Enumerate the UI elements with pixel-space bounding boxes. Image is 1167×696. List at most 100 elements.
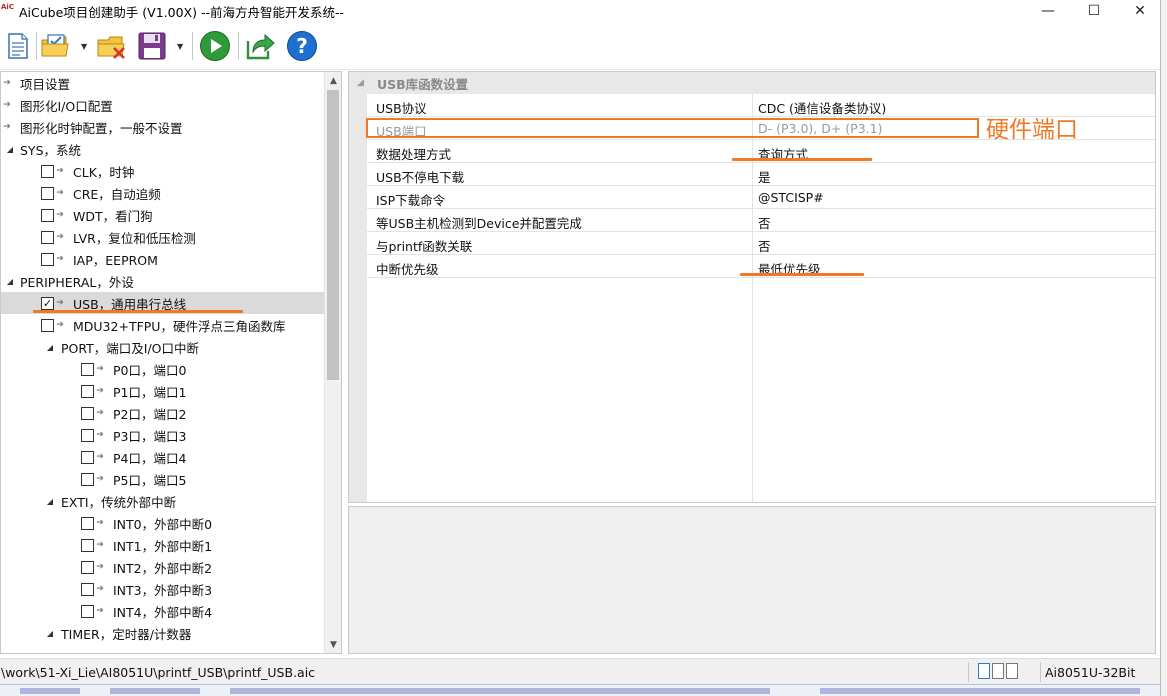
tree-item[interactable]: ➔ INT3，外部中断3: [1, 578, 324, 600]
property-value[interactable]: CDC (通信设备类协议): [758, 98, 886, 117]
checkbox[interactable]: [41, 318, 54, 332]
run-button[interactable]: [199, 30, 231, 62]
tree-arrow-icon: ➔: [56, 254, 64, 264]
checkbox[interactable]: [81, 450, 94, 464]
tree-item[interactable]: ➔ P3口，端口3: [1, 424, 324, 446]
minimize-button[interactable]: —: [1025, 0, 1071, 22]
tree-item[interactable]: ◢ TIMER，定时器/计数器: [1, 622, 324, 644]
help-button[interactable]: ?: [286, 30, 318, 62]
scroll-down-icon[interactable]: ▼: [325, 636, 341, 653]
checkbox[interactable]: [81, 406, 94, 420]
tree-item[interactable]: ➔ INT0，外部中断0: [1, 512, 324, 534]
tree-item[interactable]: ➔ P4口，端口4: [1, 446, 324, 468]
close-project-button[interactable]: [96, 30, 128, 62]
tree-item[interactable]: ➔ WDT，看门狗: [1, 204, 324, 226]
layout-split-icon[interactable]: [992, 663, 1004, 679]
property-row[interactable]: 与printf函数关联 否: [367, 232, 1155, 255]
tree-arrow-icon: ➔: [56, 166, 64, 176]
collapse-icon[interactable]: ◢: [357, 78, 364, 88]
checkbox[interactable]: [81, 472, 94, 486]
checkbox[interactable]: [41, 252, 54, 266]
expand-icon[interactable]: ◢: [45, 629, 55, 638]
property-value[interactable]: 是: [758, 167, 771, 186]
tree-item[interactable]: ➔ P2口，端口2: [1, 402, 324, 424]
layout-grid-icon[interactable]: [1006, 663, 1018, 679]
expand-icon[interactable]: ◢: [45, 497, 55, 506]
checkbox[interactable]: [81, 604, 94, 618]
tree-item-label: P5口，端口5: [113, 472, 187, 488]
checkbox[interactable]: [41, 230, 54, 244]
tree-item[interactable]: ➔ 项目设置: [1, 72, 324, 94]
maximize-button[interactable]: ☐: [1071, 0, 1117, 22]
open-dropdown-icon[interactable]: ▼: [81, 43, 89, 51]
tree-item[interactable]: ◢ PERIPHERAL，外设: [1, 270, 324, 292]
app-logo: AiC: [1, 3, 14, 11]
tree-item-label: INT4，外部中断4: [113, 604, 213, 620]
expand-icon[interactable]: ◢: [5, 277, 15, 286]
checkbox[interactable]: [41, 164, 54, 178]
tree-arrow-icon: ➔: [96, 364, 104, 374]
layout-switcher[interactable]: [978, 663, 1038, 681]
checkbox[interactable]: [81, 582, 94, 596]
status-bar: \work\51-Xi_Lie\AI8051U\printf_USB\print…: [0, 658, 1160, 684]
tree-item[interactable]: ◢ EXTI，传统外部中断: [1, 490, 324, 512]
property-value[interactable]: @STCISP#: [758, 190, 824, 205]
property-section-header[interactable]: ◢ USB库函数设置: [349, 72, 1155, 94]
checkbox[interactable]: [41, 186, 54, 200]
tree-arrow-icon: ➔: [96, 430, 104, 440]
tree-item[interactable]: ➔ P0口，端口0: [1, 358, 324, 380]
tree-item-label: SYS，系统: [20, 142, 82, 158]
tree-scrollbar-thumb[interactable]: [327, 90, 339, 380]
close-button[interactable]: ✕: [1117, 0, 1163, 22]
layout-single-icon[interactable]: [978, 663, 990, 679]
tree-item[interactable]: ➔ P1口，端口1: [1, 380, 324, 402]
property-row[interactable]: ISP下载命令 @STCISP#: [367, 186, 1155, 209]
tree-item[interactable]: ➔ 图形化时钟配置，一般不设置: [1, 116, 324, 138]
new-project-button[interactable]: [2, 30, 34, 62]
save-project-button[interactable]: [136, 30, 168, 62]
tree-item[interactable]: ➔ IAP，EEPROM: [1, 248, 324, 270]
scroll-up-icon[interactable]: ▲: [325, 72, 341, 89]
tree-arrow-icon: ➔: [96, 562, 104, 572]
save-dropdown-icon[interactable]: ▼: [177, 43, 185, 51]
checkbox[interactable]: [81, 538, 94, 552]
property-value[interactable]: 否: [758, 213, 771, 232]
checkbox[interactable]: [81, 516, 94, 530]
description-panel: [348, 506, 1156, 654]
expand-icon[interactable]: ◢: [5, 145, 15, 154]
tree-item[interactable]: ➔ INT4，外部中断4: [1, 600, 324, 622]
tree-item[interactable]: ➔ CRE，自动追频: [1, 182, 324, 204]
checkbox[interactable]: [81, 560, 94, 574]
tree-item[interactable]: ➔ P5口，端口5: [1, 468, 324, 490]
property-row[interactable]: 等USB主机检测到Device并配置完成 否: [367, 209, 1155, 232]
export-button[interactable]: [244, 30, 276, 62]
tree-item-label: WDT，看门狗: [73, 208, 153, 224]
property-row[interactable]: USB不停电下载 是: [367, 163, 1155, 186]
property-value[interactable]: 否: [758, 236, 771, 255]
project-file-path: \work\51-Xi_Lie\AI8051U\printf_USB\print…: [1, 665, 316, 680]
checkbox[interactable]: [81, 428, 94, 442]
tree-item[interactable]: ➔ INT1，外部中断1: [1, 534, 324, 556]
tree-item[interactable]: ➔ MDU32+TFPU，硬件浮点三角函数库: [1, 314, 324, 336]
tree-item-label: INT3，外部中断3: [113, 582, 213, 598]
tree-item[interactable]: ➔ 图形化I/O口配置: [1, 94, 324, 116]
tree-item[interactable]: ➔ LVR，复位和低压检测: [1, 226, 324, 248]
toolbar: ▼ ▼ ?: [0, 22, 1160, 70]
tree-item[interactable]: ◢ SYS，系统: [1, 138, 324, 160]
open-project-button[interactable]: [40, 30, 72, 62]
tree-item[interactable]: ➔ CLK，时钟: [1, 160, 324, 182]
status-separator: [1040, 662, 1041, 682]
checkbox[interactable]: [41, 208, 54, 222]
expand-icon[interactable]: ◢: [45, 343, 55, 352]
module-tree[interactable]: ➔ 项目设置 ➔ 图形化I/O口配置 ➔ 图形化时钟配置，一般不设置 ◢ SYS，系统 ➔ CLK…: [0, 71, 342, 654]
checkbox-checked[interactable]: ✓: [41, 296, 54, 310]
usb-port-highlight-box: [366, 118, 979, 138]
checkbox[interactable]: [81, 362, 94, 376]
property-column-divider[interactable]: [752, 94, 753, 502]
tree-scrollbar[interactable]: ▲ ▼: [324, 72, 341, 653]
tree-item[interactable]: ➔ INT2，外部中断2: [1, 556, 324, 578]
tree-item[interactable]: ◢ PORT，端口及I/O口中断: [1, 336, 324, 358]
tree-item-label: P0口，端口0: [113, 362, 187, 378]
tree-arrow-icon: ➔: [56, 320, 64, 330]
checkbox[interactable]: [81, 384, 94, 398]
